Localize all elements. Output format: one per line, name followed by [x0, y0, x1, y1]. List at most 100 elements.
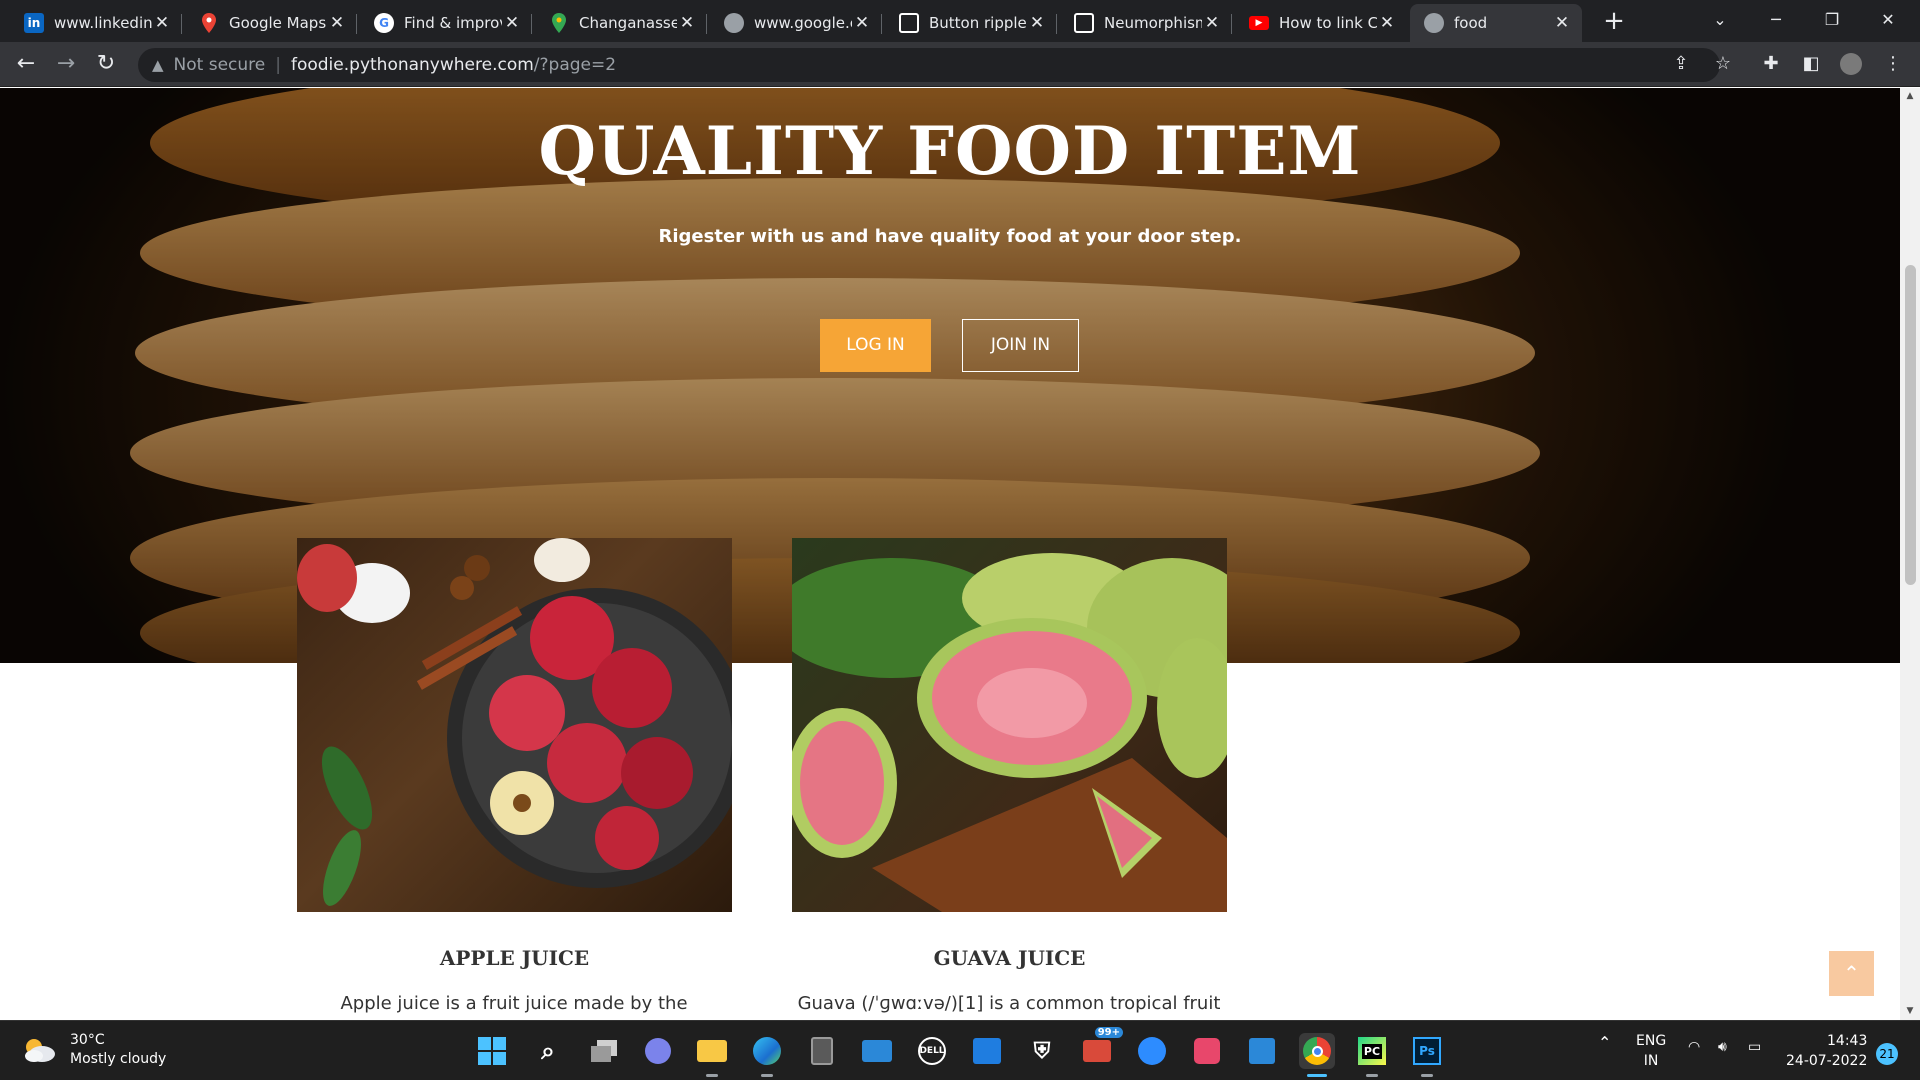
close-tab-icon[interactable]: ✕: [1552, 13, 1572, 33]
scrollbar-thumb[interactable]: [1905, 265, 1916, 585]
tab-food-active[interactable]: food ✕: [1410, 4, 1582, 42]
weather-temperature: 30°C: [70, 1032, 105, 1048]
reload-icon[interactable]: ↻: [90, 48, 122, 80]
join-button[interactable]: JOIN IN: [962, 319, 1079, 372]
close-tab-icon[interactable]: ✕: [1202, 13, 1222, 33]
browser-menu-icon[interactable]: ⋮: [1878, 49, 1908, 79]
clock-time: 14:43: [1827, 1033, 1868, 1049]
tab-title: www.linkedin.c: [54, 14, 152, 32]
security-status[interactable]: Not secure: [174, 55, 266, 75]
product-description: Apple juice is a fruit juice made by the: [340, 993, 688, 1014]
pycharm-icon[interactable]: PC: [1354, 1033, 1390, 1077]
tab-separator: [1056, 14, 1057, 34]
search-icon[interactable]: ⌕: [530, 1033, 566, 1069]
extensions-puzzle-icon[interactable]: ✚: [1756, 49, 1786, 79]
region-code: IN: [1643, 1053, 1659, 1069]
product-title: APPLE JUICE: [439, 946, 590, 970]
browser-tab-strip: in www.linkedin.c ✕ Google Maps ✕ G Find…: [0, 0, 1920, 42]
product-title: GUAVA JUICE: [933, 946, 1086, 970]
tab-google-search[interactable]: www.google.c ✕: [710, 4, 882, 42]
product-description: Guava (/ˈɡwɑːvə/)[1] is a common tropica…: [797, 993, 1221, 1014]
tab-separator: [706, 14, 707, 34]
start-windows-icon[interactable]: [474, 1033, 510, 1069]
edge-browser-icon[interactable]: [749, 1033, 785, 1077]
close-tab-icon[interactable]: ✕: [852, 13, 872, 33]
tab-youtube-how-to-link[interactable]: ▶ How to link C ✕: [1235, 4, 1407, 42]
chrome-icon[interactable]: [1299, 1033, 1335, 1077]
tab-changanassery[interactable]: Changanasser ✕: [535, 4, 707, 42]
apple-juice-image: [297, 538, 732, 912]
tab-button-ripple[interactable]: Button ripple ✕: [885, 4, 1057, 42]
mail-app-icon[interactable]: 99+: [1079, 1027, 1123, 1069]
tab-separator: [531, 14, 532, 34]
tab-separator: [1231, 14, 1232, 34]
close-tab-icon[interactable]: ✕: [152, 13, 172, 33]
forward-arrow-icon[interactable]: →: [50, 48, 82, 80]
video-call-icon[interactable]: [1134, 1033, 1170, 1069]
system-clock[interactable]: 14:43 24-07-2022: [1786, 1031, 1867, 1071]
mail-icon[interactable]: [859, 1033, 895, 1069]
file-explorer-icon[interactable]: [694, 1033, 730, 1077]
weather-widget[interactable]: 30°C Mostly cloudy: [22, 1031, 166, 1069]
back-arrow-icon[interactable]: ←: [10, 48, 42, 80]
tab-separator: [881, 14, 882, 34]
maps-pin-icon: [199, 13, 219, 33]
page-viewport: QUALITY FOOD ITEM Rigester with us and h…: [0, 88, 1900, 1020]
notification-badge[interactable]: 21: [1876, 1043, 1898, 1065]
login-button[interactable]: LOG IN: [820, 319, 931, 372]
linkedin-icon: in: [24, 13, 44, 33]
close-tab-icon[interactable]: ✕: [1377, 13, 1397, 33]
url-path[interactable]: /?page=2: [534, 55, 616, 75]
dell-icon[interactable]: DELL: [914, 1033, 950, 1069]
maps-pin-icon: [549, 13, 569, 33]
cloudy-weather-icon: [22, 1037, 56, 1063]
close-tab-icon[interactable]: ✕: [1027, 13, 1047, 33]
clock-date: 24-07-2022: [1786, 1053, 1868, 1069]
globe-icon: [1424, 13, 1444, 33]
store-icon[interactable]: [969, 1033, 1005, 1069]
side-panel-icon[interactable]: ◧: [1796, 49, 1826, 79]
tab-title: food: [1454, 14, 1488, 32]
share-icon[interactable]: ⇪: [1666, 49, 1696, 79]
close-tab-icon[interactable]: ✕: [502, 13, 522, 33]
task-view-icon[interactable]: [586, 1033, 622, 1069]
mail-badge: 99+: [1094, 1027, 1123, 1038]
scroll-up-arrow-icon[interactable]: ▲: [1900, 88, 1920, 105]
hero-subtitle: Rigester with us and have quality food a…: [658, 226, 1242, 247]
profile-avatar[interactable]: [1836, 49, 1866, 79]
tab-neumorphism[interactable]: Neumorphism ✕: [1060, 4, 1232, 42]
bookmark-star-icon[interactable]: ☆: [1708, 49, 1738, 79]
language-indicator[interactable]: ENG IN: [1636, 1031, 1666, 1071]
address-bar[interactable]: ▲ Not secure | foodie.pythonanywhere.com…: [138, 48, 1720, 82]
save-disk-icon[interactable]: [1244, 1033, 1280, 1069]
tab-title: How to link C: [1279, 14, 1377, 32]
page-scrollbar[interactable]: ▲ ▼: [1900, 88, 1920, 1020]
volume-icon[interactable]: 🔊︎: [1718, 1039, 1727, 1055]
wifi-icon[interactable]: ◠: [1688, 1039, 1700, 1055]
tab-linkedin[interactable]: in www.linkedin.c ✕: [10, 4, 182, 42]
calculator-icon[interactable]: [804, 1033, 840, 1069]
warning-triangle-icon[interactable]: ▲: [152, 56, 164, 74]
tab-search-chevron-icon[interactable]: ⌄: [1692, 0, 1748, 40]
back-to-top-button[interactable]: ⌃: [1829, 951, 1874, 996]
hero-title: QUALITY FOOD ITEM: [538, 112, 1362, 190]
tab-google-maps[interactable]: Google Maps ✕: [185, 4, 357, 42]
minimize-icon[interactable]: ─: [1748, 0, 1804, 40]
tab-find-improve[interactable]: G Find & improv ✕: [360, 4, 532, 42]
photoshop-icon[interactable]: Ps: [1409, 1033, 1445, 1077]
security-shield-icon[interactable]: ⛨: [1024, 1033, 1060, 1069]
new-tab-button[interactable]: +: [1598, 4, 1630, 38]
google-g-icon: G: [374, 13, 394, 33]
scroll-down-arrow-icon[interactable]: ▼: [1900, 1003, 1920, 1020]
teams-chat-icon[interactable]: [640, 1033, 676, 1069]
media-app-icon[interactable]: [1189, 1033, 1225, 1069]
tray-chevron-icon[interactable]: ⌃: [1598, 1033, 1611, 1052]
restore-icon[interactable]: ❐: [1804, 0, 1860, 40]
battery-icon[interactable]: ▭: [1748, 1039, 1761, 1055]
tab-title: www.google.c: [754, 14, 852, 32]
close-tab-icon[interactable]: ✕: [327, 13, 347, 33]
url-host[interactable]: foodie.pythonanywhere.com: [291, 55, 534, 75]
window-close-icon[interactable]: ✕: [1860, 0, 1916, 40]
browser-toolbar: ← → ↻ ▲ Not secure | foodie.pythonanywhe…: [0, 42, 1920, 87]
close-tab-icon[interactable]: ✕: [677, 13, 697, 33]
